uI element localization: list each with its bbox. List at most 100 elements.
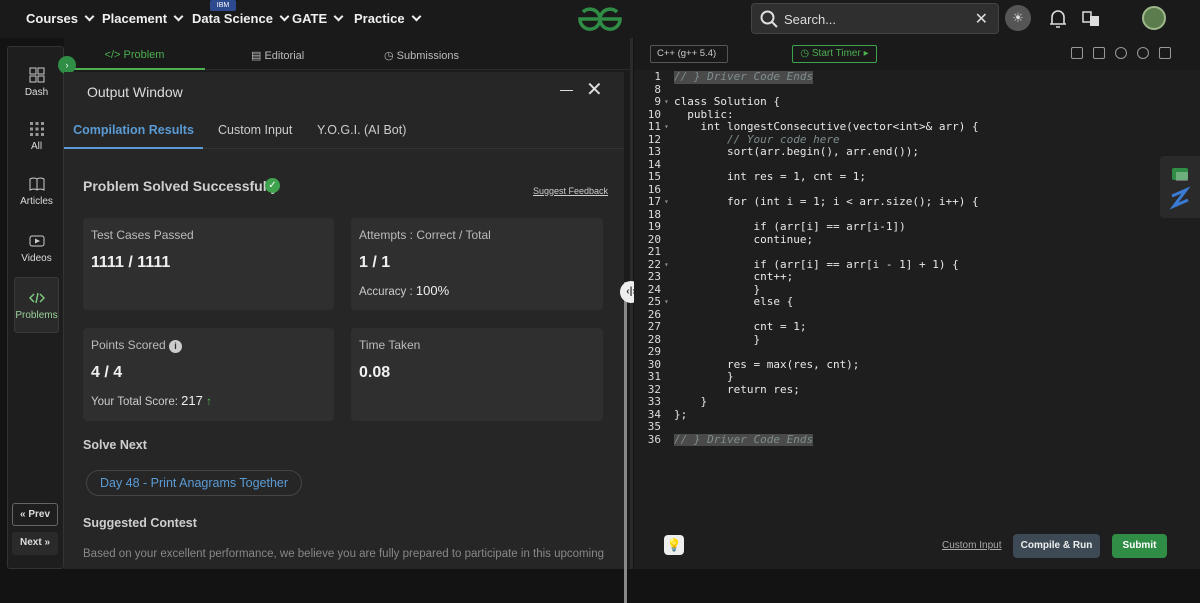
line-number: 27 — [647, 320, 661, 333]
code-line[interactable]: 25 ▾ else { — [634, 295, 1200, 309]
translate-icon[interactable] — [1078, 6, 1104, 32]
code-line[interactable]: 32 return res; — [634, 383, 1200, 397]
arrow-up-icon: ↑ — [206, 396, 212, 408]
suggested-contest-title: Suggested Contest — [83, 516, 197, 530]
nav-placement[interactable]: Placement — [102, 11, 184, 26]
chevron-down-icon — [173, 11, 184, 22]
tab-problem[interactable]: </> Problem — [64, 49, 205, 70]
code-line[interactable]: 33 } — [634, 395, 1200, 409]
start-timer-button[interactable]: ◷ Start Timer ▸ — [792, 45, 877, 63]
gfg-logo[interactable] — [576, 6, 624, 37]
minimize-icon[interactable] — [560, 90, 573, 91]
custom-input-link[interactable]: Custom Input — [942, 540, 1001, 551]
nav-data-science-label: Data Science — [192, 11, 273, 26]
code-line[interactable]: 31 } — [634, 370, 1200, 384]
file-icon[interactable] — [1093, 47, 1105, 59]
theme-toggle-icon[interactable]: ☀ — [1005, 5, 1031, 31]
tab-compilation-results[interactable]: Compilation Results — [64, 123, 203, 149]
compile-run-button[interactable]: Compile & Run — [1013, 534, 1100, 558]
submit-button[interactable]: Submit — [1112, 534, 1167, 558]
code-line[interactable]: 35 — [634, 420, 1200, 434]
nav-gate-label: GATE — [292, 11, 328, 26]
code-line[interactable]: 27 cnt = 1; — [634, 320, 1200, 334]
code-line[interactable]: 17 ▾ for (int i = 1; i < arr.size(); i++)… — [634, 195, 1200, 209]
close-icon[interactable]: ✕ — [975, 9, 988, 29]
check-circle-icon: ✓ — [265, 178, 280, 193]
grid-icon — [29, 122, 44, 136]
code-line[interactable]: 29 — [634, 345, 1200, 359]
chevron-down-icon — [411, 11, 422, 22]
code-text: cnt++; — [674, 270, 794, 283]
tab-submissions[interactable]: ◷ Submissions — [384, 49, 459, 62]
code-line[interactable]: 15 int res = 1, cnt = 1; — [634, 170, 1200, 184]
nav-practice[interactable]: Practice — [354, 11, 422, 26]
code-text: }; — [674, 407, 688, 421]
points-row: Points Scored i — [91, 338, 183, 353]
time-label: Time Taken — [359, 338, 421, 352]
nav-placement-label: Placement — [102, 11, 168, 26]
code-line[interactable]: 21 — [634, 245, 1200, 259]
fullscreen-icon[interactable] — [1159, 47, 1171, 59]
panel-divider[interactable] — [630, 38, 633, 569]
nav-data-science[interactable]: Data Science — [192, 11, 290, 26]
code-line[interactable]: 28 } — [634, 332, 1200, 347]
scrollbar[interactable] — [624, 282, 627, 603]
settings-icon[interactable] — [1115, 47, 1127, 59]
code-text: if (arr[i] == arr[i-1]) — [674, 220, 906, 233]
copy-icon[interactable] — [1071, 47, 1083, 59]
code-line[interactable]: 9 ▾ class Solution { — [634, 95, 1200, 109]
fold-chevron-icon[interactable]: ▾ — [664, 296, 669, 309]
code-line[interactable]: 11 ▾ int longestConsecutive(vector<int>& … — [634, 120, 1200, 134]
dashboard-icon — [29, 67, 44, 83]
code-text: int res = 1, cnt = 1; — [674, 170, 867, 183]
code-line[interactable]: 20 continue; — [634, 233, 1200, 247]
line-number: 33 — [647, 395, 661, 408]
nav-courses[interactable]: Courses — [26, 11, 95, 26]
prev-button[interactable]: « Prev — [12, 503, 58, 526]
nav-gate[interactable]: GATE — [292, 11, 344, 26]
language-select[interactable]: C++ (g++ 5.4) — [650, 45, 728, 63]
code-area[interactable]: 1// } Driver Code Ends 8 9 ▾ class Solution … — [634, 70, 1200, 451]
code-text: // } Driver Code Ends — [674, 432, 814, 446]
code-line[interactable]: 36 // } Driver Code Ends — [634, 432, 1200, 446]
next-button[interactable]: Next » — [12, 532, 58, 555]
left-sidebar: Dash All Articles Videos Problems « Prev… — [7, 46, 64, 569]
test-cases-card: Test Cases Passed 1111 / 1111 — [83, 218, 334, 310]
fold-chevron-icon[interactable]: ▾ — [664, 96, 669, 109]
output-window-title: Output Window — [87, 84, 183, 100]
bell-icon[interactable] — [1045, 6, 1071, 32]
line-number: 21 — [647, 245, 661, 258]
avatar[interactable] — [1142, 6, 1166, 30]
sidebar-item-label: Dash — [24, 87, 49, 98]
search-input[interactable]: Search... — [784, 12, 836, 27]
suggest-feedback-link[interactable]: Suggest Feedback — [533, 186, 608, 196]
info-icon[interactable]: i — [169, 340, 183, 353]
code-line[interactable]: 34}; — [634, 407, 1200, 422]
sidebar-item-all[interactable]: All — [8, 121, 65, 152]
search-box[interactable]: Search... ✕ — [751, 3, 999, 34]
sidebar-item-videos[interactable]: Videos — [8, 233, 65, 264]
book-icon — [29, 177, 44, 191]
code-line[interactable]: 23 cnt++; — [634, 270, 1200, 284]
solve-next-link[interactable]: Day 48 - Print Anagrams Together — [86, 470, 302, 496]
fold-chevron-icon[interactable]: ▾ — [664, 196, 669, 209]
code-line[interactable]: 13 sort(arr.begin(), arr.end()); — [634, 145, 1200, 159]
fold-chevron-icon[interactable]: ▾ — [664, 121, 669, 134]
sidebar-item-problems[interactable]: Problems — [14, 277, 59, 333]
sidebar-item-dash[interactable]: Dash — [8, 67, 65, 98]
code-text: } — [674, 332, 761, 346]
tab-editorial[interactable]: ▤ Editorial — [251, 49, 304, 62]
tab-yogi-ai-bot[interactable]: Y.O.G.I. (AI Bot) — [317, 123, 406, 137]
fold-chevron-icon[interactable]: ▾ — [664, 259, 669, 272]
lightbulb-icon[interactable]: 💡 — [664, 535, 684, 555]
close-icon[interactable]: ✕ — [586, 77, 603, 102]
nav-courses-label: Courses — [26, 11, 79, 26]
code-line[interactable]: 1 // } Driver Code Ends — [634, 70, 1200, 84]
code-text: else { — [674, 295, 794, 308]
sidebar-item-articles[interactable]: Articles — [8, 176, 65, 207]
sidebar-item-label: Problems — [15, 310, 58, 321]
tab-custom-input[interactable]: Custom Input — [218, 123, 292, 137]
code-line[interactable]: 19 if (arr[i] == arr[i-1]) — [634, 220, 1200, 234]
reset-icon[interactable] — [1137, 47, 1149, 59]
floating-chat-widget[interactable] — [1160, 156, 1200, 218]
